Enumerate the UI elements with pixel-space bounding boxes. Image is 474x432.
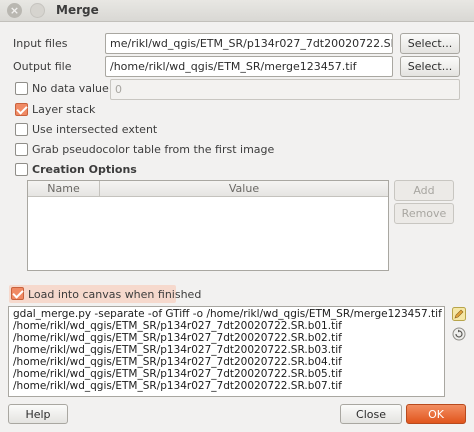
close-window-icon[interactable]: × — [7, 3, 22, 18]
command-line: /home/rikl/wd_qgis/ETM_SR/p134r027_7dt20… — [13, 332, 342, 344]
intersected-extent-label: Use intersected extent — [32, 123, 158, 136]
command-line: /home/rikl/wd_qgis/ETM_SR/p134r027_7dt20… — [13, 368, 342, 380]
creation-options-checkbox[interactable] — [15, 163, 28, 176]
output-file-field[interactable]: /home/rikl/wd_qgis/ETM_SR/merge123457.ti… — [105, 56, 393, 77]
title-bar[interactable]: × Merge — [0, 0, 474, 22]
column-header-value[interactable]: Value — [100, 181, 388, 197]
remove-button[interactable]: Remove — [394, 203, 454, 224]
command-line: /home/rikl/wd_qgis/ETM_SR/p134r027_7dt20… — [13, 356, 342, 368]
intersected-extent-checkbox[interactable] — [15, 123, 28, 136]
creation-options-label: Creation Options — [32, 163, 137, 176]
add-button[interactable]: Add — [394, 180, 454, 201]
no-data-checkbox[interactable] — [15, 82, 28, 95]
edit-pencil-icon[interactable] — [452, 307, 466, 321]
command-line: gdal_merge.py -separate -of GTiff -o /ho… — [13, 308, 442, 320]
minimize-window-icon[interactable] — [30, 3, 45, 18]
ok-button[interactable]: OK — [406, 404, 466, 424]
column-header-name[interactable]: Name — [28, 181, 100, 197]
command-line: /home/rikl/wd_qgis/ETM_SR/p134r027_7dt20… — [13, 380, 342, 392]
pseudocolor-checkbox[interactable] — [15, 143, 28, 156]
load-canvas-label: Load into canvas when finished — [28, 288, 202, 301]
output-file-select-button[interactable]: Select... — [400, 56, 460, 77]
load-canvas-checkbox[interactable] — [11, 287, 24, 300]
help-button[interactable]: Help — [8, 404, 68, 424]
no-data-label: No data value — [32, 82, 109, 95]
input-files-field[interactable]: me/rikl/wd_qgis/ETM_SR/p134r027_7dt20020… — [105, 33, 393, 54]
output-file-label: Output file — [13, 60, 72, 73]
window-title: Merge — [56, 3, 99, 17]
pseudocolor-label: Grab pseudocolor table from the first im… — [32, 143, 275, 156]
command-line: /home/rikl/wd_qgis/ETM_SR/p134r027_7dt20… — [13, 344, 342, 356]
input-files-label: Input files — [13, 37, 68, 50]
command-line: /home/rikl/wd_qgis/ETM_SR/p134r027_7dt20… — [13, 320, 342, 332]
command-textarea[interactable]: gdal_merge.py -separate -of GTiff -o /ho… — [8, 306, 445, 397]
layer-stack-label: Layer stack — [32, 103, 96, 116]
creation-options-table[interactable]: Name Value — [27, 180, 389, 271]
input-files-select-button[interactable]: Select... — [400, 33, 460, 54]
reset-icon[interactable] — [452, 327, 466, 341]
layer-stack-checkbox[interactable] — [15, 103, 28, 116]
no-data-value-field[interactable]: 0 — [110, 79, 460, 100]
close-button[interactable]: Close — [340, 404, 402, 424]
